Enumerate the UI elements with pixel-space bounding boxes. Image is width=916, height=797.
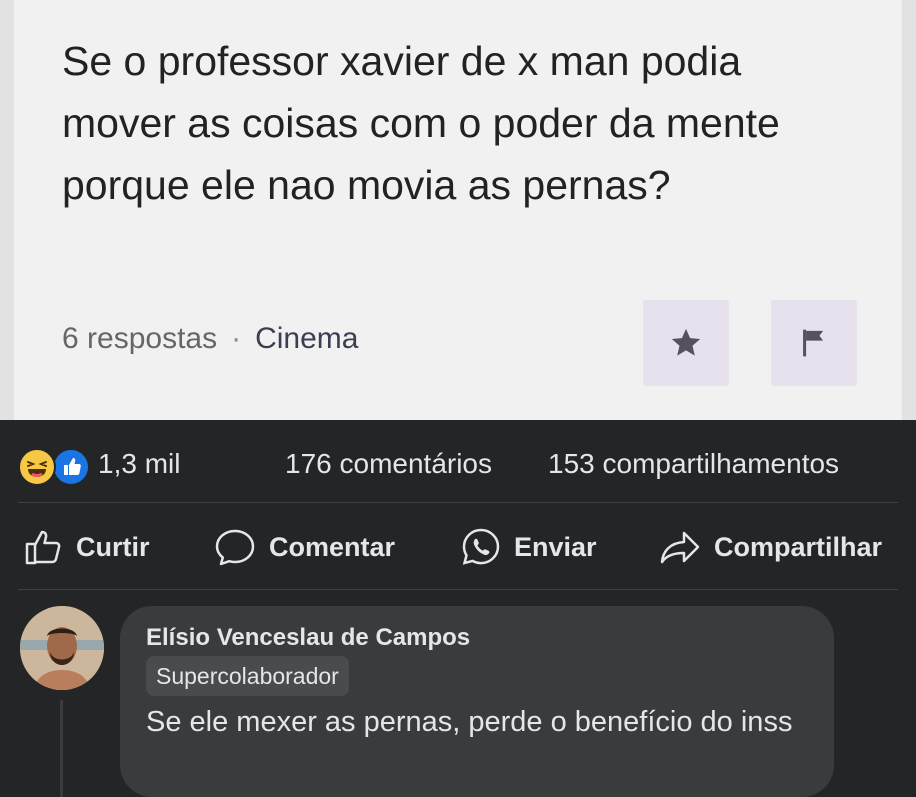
question-meta: 6 respostas · Cinema	[62, 322, 358, 356]
reaction-icons[interactable]	[18, 448, 92, 486]
thread-line	[60, 700, 63, 797]
like-label: Curtir	[76, 531, 150, 562]
whatsapp-icon	[462, 528, 500, 565]
question-card: Se o professor xavier de x man podia mov…	[0, 0, 916, 420]
meta-separator: ·	[231, 322, 242, 355]
post-stats: 1,3 mil 176 comentários 153 compartilham…	[0, 420, 916, 502]
haha-icon	[18, 448, 56, 486]
comments-count[interactable]: 176 comentários	[285, 448, 492, 480]
contributor-badge[interactable]: Supercolaborador	[146, 656, 349, 696]
like-icon	[52, 448, 90, 486]
shares-count[interactable]: 153 compartilhamentos	[548, 448, 839, 480]
comment-author[interactable]: Elísio Venceslau de Campos	[146, 624, 470, 652]
avatar[interactable]	[20, 606, 104, 690]
comment-text: Se ele mexer as pernas, perde o benefíci…	[146, 706, 793, 738]
action-bar: Curtir Comentar Enviar Compartilhar	[0, 503, 916, 589]
category-label: Cinema	[255, 322, 359, 355]
divider-bottom	[18, 589, 898, 590]
send-label: Enviar	[514, 531, 597, 562]
card-edge-left	[0, 0, 14, 420]
star-icon	[671, 328, 701, 356]
send-button[interactable]: Enviar	[460, 525, 597, 569]
comment-button[interactable]: Comentar	[213, 525, 395, 569]
reactions-count[interactable]: 1,3 mil	[98, 448, 180, 480]
card-edge-right	[902, 0, 916, 420]
like-button[interactable]: Curtir	[22, 525, 150, 569]
comment-bubble-icon	[215, 529, 255, 566]
share-arrow-icon	[660, 531, 700, 564]
profile-photo	[20, 606, 104, 690]
comment-bubble: Elísio Venceslau de Campos Supercolabora…	[120, 606, 834, 797]
share-button[interactable]: Compartilhar	[658, 525, 882, 569]
answers-count: 6 respostas	[62, 322, 218, 355]
question-text: Se o professor xavier de x man podia mov…	[62, 38, 780, 208]
comment-label: Comentar	[269, 531, 396, 562]
share-label: Compartilhar	[714, 531, 883, 562]
flag-icon	[803, 329, 824, 357]
star-button	[643, 300, 729, 386]
flag-button	[771, 300, 857, 386]
thumbs-up-icon	[25, 530, 61, 565]
